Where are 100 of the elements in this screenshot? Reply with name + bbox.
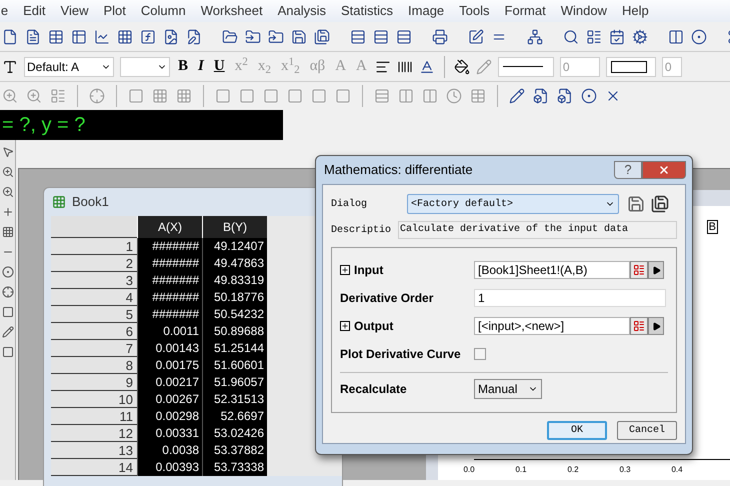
checkbox[interactable]	[474, 348, 486, 360]
menu-item[interactable]: Analysis	[278, 1, 326, 21]
row-header[interactable]: 11	[51, 408, 137, 425]
line-chart-icon[interactable]	[94, 28, 110, 44]
recalculate-dropdown[interactable]: Manual	[474, 378, 542, 398]
menu-item[interactable]: Window	[560, 1, 607, 21]
arrow-button[interactable]	[648, 317, 664, 335]
table-cell: #######	[137, 238, 202, 255]
row-header[interactable]: 9	[51, 374, 137, 391]
close-button[interactable]	[642, 161, 686, 179]
text-style-button[interactable]: B	[176, 55, 190, 78]
search-icon[interactable]	[563, 28, 579, 44]
table-icon[interactable]	[373, 28, 389, 44]
circle-icon[interactable]	[691, 28, 707, 44]
calendar-icon[interactable]	[609, 28, 625, 44]
menu-item[interactable]: Format	[504, 1, 546, 21]
cancel-button[interactable]: Cancel	[617, 421, 677, 440]
font-color-icon[interactable]	[418, 58, 435, 74]
folder-icon[interactable]	[245, 28, 261, 44]
edit-file-icon[interactable]	[186, 28, 202, 44]
menu-item[interactable]: Help	[622, 1, 649, 21]
row-header[interactable]: 2	[51, 255, 137, 272]
print-icon[interactable]	[432, 28, 448, 44]
save-icon[interactable]	[291, 28, 307, 44]
font-icon[interactable]	[2, 58, 18, 74]
menu-item[interactable]: le	[0, 1, 8, 21]
text-style-button[interactable]: I	[196, 55, 206, 78]
save-icon[interactable]	[627, 195, 645, 213]
document-icon[interactable]	[25, 28, 41, 44]
help-button[interactable]: ?	[614, 161, 642, 179]
edit-icon[interactable]	[468, 28, 484, 44]
expand-toggle[interactable]	[340, 321, 350, 331]
table-cell: 0.00298	[137, 408, 202, 425]
tool-icon[interactable]	[2, 146, 14, 158]
function-icon[interactable]	[140, 28, 156, 44]
menu-item[interactable]: Tools	[459, 1, 490, 21]
row-header[interactable]: 12	[51, 425, 137, 442]
row-header[interactable]: 5	[51, 306, 137, 323]
menu-item[interactable]: Edit	[23, 1, 46, 21]
axis-tick-label: 0.3	[618, 464, 632, 476]
settings-icon[interactable]	[632, 28, 648, 44]
column-header[interactable]: B(Y)	[202, 216, 267, 238]
columns-icon[interactable]	[668, 28, 684, 44]
save-as-icon[interactable]	[651, 195, 669, 213]
menu-item[interactable]: Image	[408, 1, 444, 21]
row-header[interactable]: 6	[51, 323, 137, 340]
table-icon[interactable]	[71, 28, 87, 44]
new-file-icon[interactable]	[2, 28, 18, 44]
tool-icon[interactable]	[2, 306, 14, 318]
image-file-icon[interactable]	[163, 28, 179, 44]
tool-icon[interactable]	[2, 206, 14, 218]
tool-icon[interactable]	[2, 226, 14, 238]
menu-item[interactable]: Statistics	[341, 1, 394, 21]
data-range-field[interactable]: [<input>,<new>]	[474, 317, 630, 335]
select-range-button[interactable]	[630, 317, 648, 335]
tree-icon[interactable]	[527, 28, 543, 44]
row-header[interactable]: 3	[51, 272, 137, 289]
expand-toggle[interactable]	[340, 265, 350, 275]
box-icon[interactable]	[557, 88, 573, 104]
folder-icon[interactable]	[268, 28, 284, 44]
tool-icon[interactable]	[2, 286, 14, 298]
line-style-dropdown[interactable]	[498, 56, 554, 76]
text-style-button[interactable]: U	[212, 55, 227, 78]
menu-item[interactable]: Plot	[103, 1, 126, 21]
list-icon[interactable]	[586, 28, 602, 44]
row-header[interactable]: 8	[51, 357, 137, 374]
fill-bucket-icon[interactable]	[454, 58, 470, 74]
tool-icon[interactable]	[2, 346, 14, 358]
menu-item[interactable]: Column	[140, 1, 186, 21]
table-cell: 49.47863	[202, 255, 267, 272]
row-header[interactable]: 7	[51, 340, 137, 357]
select-range-button[interactable]	[630, 261, 648, 279]
tool-icon[interactable]	[2, 326, 14, 338]
border-style-dropdown[interactable]	[606, 56, 656, 76]
menu-item[interactable]: View	[60, 1, 88, 21]
data-range-field[interactable]: [Book1]Sheet1!(A,B)	[474, 261, 630, 279]
pencil-icon[interactable]	[509, 88, 525, 104]
row-header[interactable]: 13	[51, 442, 137, 459]
tool-icon[interactable]	[2, 186, 14, 198]
table-icon[interactable]	[350, 28, 366, 44]
column-header[interactable]: A(X)	[137, 216, 202, 238]
table-icon[interactable]	[396, 28, 412, 44]
table-icon[interactable]	[48, 28, 64, 44]
save-icon[interactable]	[314, 28, 330, 44]
row-header[interactable]: 4	[51, 289, 137, 306]
menu-item[interactable]: Worksheet	[200, 1, 263, 21]
font-dropdown[interactable]: Default: A	[24, 56, 114, 76]
ok-button[interactable]: OK	[547, 421, 607, 440]
order-field[interactable]: 1	[474, 289, 666, 307]
pin-icon[interactable]	[581, 88, 597, 104]
tool-icon[interactable]	[2, 266, 14, 278]
row-header[interactable]: 10	[51, 391, 137, 408]
arrow-button[interactable]	[648, 261, 664, 279]
box-icon[interactable]	[533, 88, 549, 104]
grid-icon[interactable]	[117, 28, 133, 44]
folder-icon[interactable]	[222, 28, 238, 44]
row-header[interactable]: 14	[51, 459, 137, 476]
row-header[interactable]: 1	[51, 238, 137, 255]
theme-dropdown[interactable]: <Factory default>	[407, 194, 619, 214]
tool-icon[interactable]	[2, 166, 14, 178]
